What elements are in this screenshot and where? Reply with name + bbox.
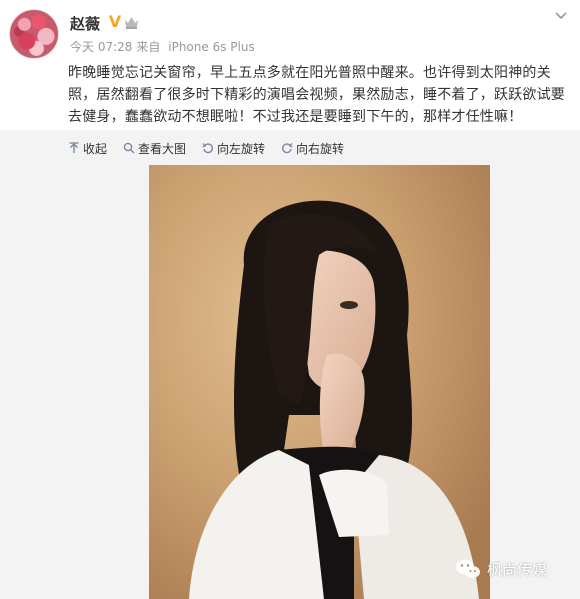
username[interactable]: 赵薇 — [70, 13, 100, 34]
rotate-right-button[interactable]: 向右旋转 — [281, 140, 344, 157]
collapse-icon — [69, 142, 79, 153]
weibo-post: 赵薇 V 今天 07:28 来自 iPhone 6s Plus 昨晚睡觉忘记关窗帘… — [0, 0, 580, 599]
source-prefix: 来自 — [136, 40, 161, 54]
watermark: 枫尚传媒 — [455, 558, 547, 580]
rotate-left-icon — [202, 143, 214, 154]
post-text: 昨晚睡觉忘记关窗帘，早上五点多就在阳光普照中醒来。也许得到太阳神的关照，居然翻看… — [68, 65, 565, 125]
view-large-button[interactable]: 查看大图 — [123, 140, 186, 157]
portrait-illustration — [149, 165, 490, 599]
post-meta: 今天 07:28 来自 iPhone 6s Plus — [70, 38, 259, 55]
chevron-down-icon[interactable] — [554, 11, 568, 21]
view-large-label: 查看大图 — [138, 141, 187, 156]
collapse-label: 收起 — [83, 141, 108, 156]
collapse-button[interactable]: 收起 — [68, 140, 107, 157]
rotate-left-button[interactable]: 向左旋转 — [202, 140, 265, 157]
avatar[interactable] — [9, 9, 59, 59]
crown-icon[interactable] — [124, 16, 139, 29]
post-photo[interactable] — [149, 165, 490, 599]
rotate-right-label: 向右旋转 — [296, 141, 345, 156]
watermark-text: 枫尚传媒 — [487, 560, 548, 579]
wechat-icon — [456, 559, 480, 578]
post-source[interactable]: iPhone 6s Plus — [168, 40, 254, 54]
rotate-right-icon — [282, 143, 293, 154]
media-toolbar: 收起 查看大图 向左旋转 向右旋转 — [68, 138, 360, 158]
rotate-left-label: 向左旋转 — [217, 141, 266, 156]
search-icon — [123, 142, 135, 154]
verified-badge[interactable]: V — [106, 13, 124, 31]
post-time[interactable]: 今天 07:28 — [70, 40, 132, 54]
